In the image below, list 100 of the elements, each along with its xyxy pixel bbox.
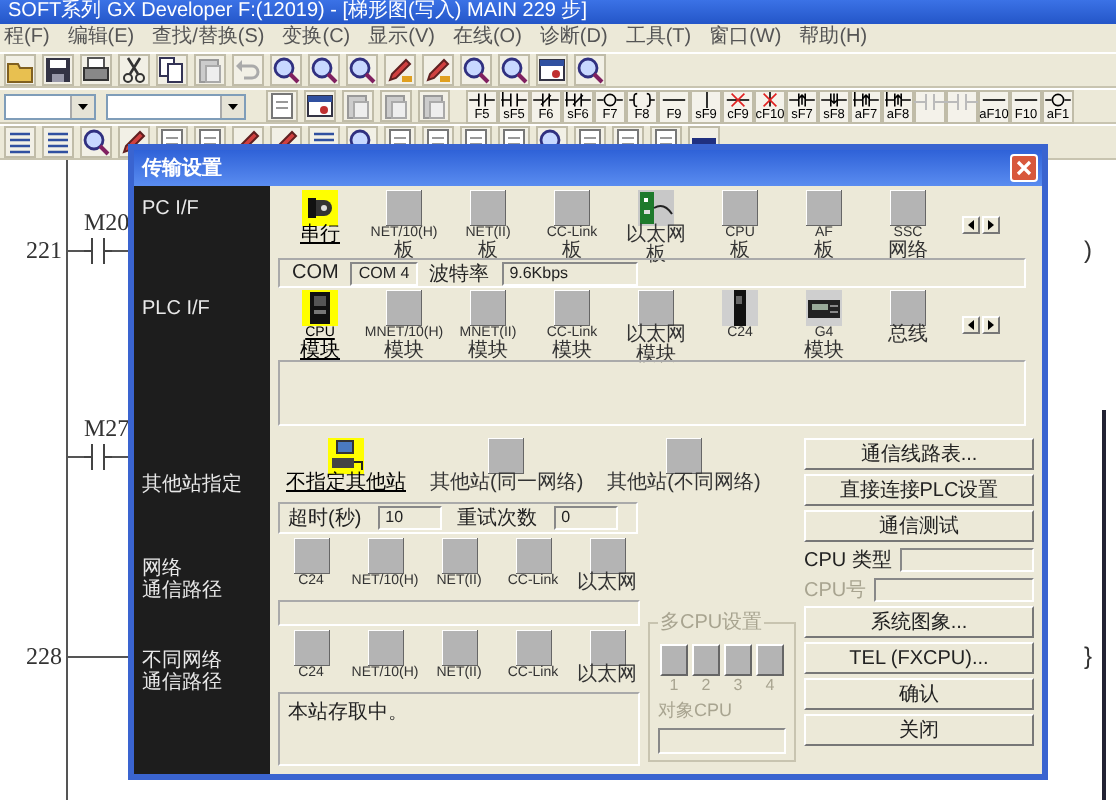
square-icon [515, 630, 551, 666]
square-icon [589, 538, 625, 574]
scroll-left-button[interactable] [962, 315, 980, 333]
interface-option[interactable]: 串行 [278, 190, 362, 246]
menu-item[interactable]: 显示(V) [368, 24, 435, 52]
square-icon [386, 190, 422, 226]
menu-item[interactable]: 在线(O) [452, 24, 522, 52]
dialog-button[interactable]: 系统图象... [804, 606, 1034, 638]
input-field[interactable] [899, 547, 1034, 571]
retry-field[interactable]: 0 [553, 506, 618, 530]
interface-option[interactable]: 以太网 [570, 630, 644, 686]
menu-item[interactable]: 查找/替换(S) [152, 24, 265, 52]
square-icon [293, 630, 329, 666]
dialog-button[interactable]: 通信线路表... [804, 438, 1034, 470]
dialog-button[interactable]: 通信测试 [804, 510, 1034, 542]
magnifier-icon[interactable] [270, 54, 302, 86]
scroll-left-button[interactable] [962, 215, 980, 233]
timeout-field[interactable]: 10 [377, 506, 442, 530]
magnifier-icon[interactable] [574, 54, 606, 86]
window-icon[interactable] [536, 54, 568, 86]
contact-icon [914, 91, 946, 111]
magnifier-icon[interactable] [460, 54, 492, 86]
dialog-button[interactable]: 直接连接PLC设置 [804, 474, 1034, 506]
square-icon [367, 538, 403, 574]
menu-item[interactable]: 程(F) [4, 24, 50, 52]
dialog-button[interactable]: 确认 [804, 678, 1034, 710]
print-icon[interactable] [80, 54, 112, 86]
dialog-button[interactable]: TEL (FXCPU)... [804, 642, 1034, 674]
menu-item[interactable]: 诊断(D) [539, 24, 608, 52]
window-icon[interactable] [304, 90, 336, 122]
copy-icon[interactable] [156, 54, 188, 86]
section-label: 通信路径 [142, 672, 224, 694]
left-triangle-icon [968, 219, 974, 229]
menu-item[interactable]: 工具(T) [625, 24, 692, 52]
magnifier-icon[interactable] [308, 54, 340, 86]
menu-item[interactable]: 帮助(H) [799, 24, 868, 52]
field-label: CPU 类型 [804, 547, 892, 573]
target-cpu-field[interactable] [658, 728, 786, 754]
interface-option[interactable]: 总线 [866, 290, 950, 346]
close-button[interactable] [1010, 154, 1038, 182]
section-label: 其他站指定 [142, 473, 244, 495]
save-icon[interactable] [42, 54, 74, 86]
window-title: SOFT系列 GX Developer F:(12019) - [梯形图(写入) MAIN 229 步] [0, 0, 1116, 24]
section-label: 通信路径 [142, 580, 224, 602]
interface-option[interactable]: 其他站(不同网络) [595, 438, 773, 494]
caret-icon [220, 95, 244, 117]
square-icon [293, 538, 329, 574]
line-icon [703, 91, 709, 107]
brace-icon [626, 91, 658, 107]
cut-icon[interactable] [118, 54, 150, 86]
section-label: PLC I/F [142, 298, 212, 320]
magnifier-icon[interactable] [498, 54, 530, 86]
step-number: 228 [26, 644, 62, 668]
square-icon [441, 538, 477, 574]
device-label: M20 [84, 210, 130, 234]
magnifier-icon[interactable] [80, 126, 112, 158]
baud-field[interactable]: 9.6Kbps [501, 261, 638, 285]
coil-mark: ) [1084, 238, 1092, 262]
dialog-button[interactable]: 关闭 [804, 714, 1034, 746]
scroll-right-button[interactable] [982, 315, 1000, 333]
square-icon [666, 438, 702, 474]
close-icon [1016, 160, 1032, 176]
device-label: M27 [84, 416, 130, 440]
device-icon [806, 290, 842, 326]
menu-item[interactable]: 变换(C) [282, 24, 351, 52]
baud-label: 波特率 [429, 261, 490, 287]
square-icon [890, 190, 926, 226]
pencil-icon[interactable] [422, 54, 454, 86]
input-field[interactable] [874, 577, 1034, 601]
step-number: 221 [26, 238, 62, 262]
field-label: CPU号 [804, 577, 867, 603]
coil-icon [594, 91, 626, 107]
computer-icon [328, 438, 364, 474]
connector-icon [302, 190, 338, 226]
retry-label: 重试次数 [457, 505, 538, 532]
square-icon [488, 438, 525, 474]
group-title: 多CPU设置 [658, 612, 765, 634]
square-icon [515, 538, 551, 574]
pencil-icon[interactable] [384, 54, 416, 86]
caret-icon [70, 95, 94, 117]
magnifier-icon[interactable] [346, 54, 378, 86]
interface-option[interactable]: 不指定其他站 [274, 438, 418, 494]
interface-option[interactable]: 以太网 [570, 538, 644, 594]
port-field[interactable]: COM 4 [350, 261, 418, 285]
menu-item[interactable]: 编辑(E) [67, 24, 135, 52]
square-icon [470, 190, 506, 226]
square-icon [441, 630, 477, 666]
interface-option[interactable]: 其他站(同一网络) [418, 438, 596, 494]
target-cpu-label: 对象CPU [658, 698, 735, 724]
coil-icon [1042, 91, 1074, 107]
list-icon[interactable] [42, 126, 74, 158]
page-icon[interactable] [266, 90, 298, 122]
folder-icon[interactable] [4, 54, 36, 86]
list-icon[interactable] [4, 126, 36, 158]
section-label: PC I/F [142, 198, 201, 220]
scroll-right-button[interactable] [982, 215, 1000, 233]
menu-item[interactable]: 窗口(W) [709, 24, 782, 52]
left-triangle-icon [968, 319, 974, 329]
square-icon [367, 630, 403, 666]
port-label: COM [292, 262, 339, 284]
